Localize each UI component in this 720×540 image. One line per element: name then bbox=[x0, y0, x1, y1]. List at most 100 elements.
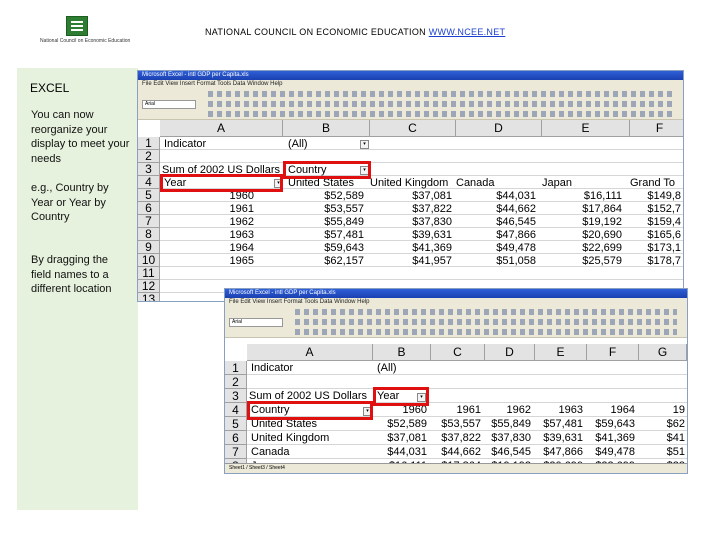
year-label: 1964 bbox=[229, 242, 254, 254]
column-header[interactable]: B bbox=[373, 344, 431, 361]
ncee-logo: National Council on Economic Education bbox=[40, 14, 130, 50]
dropdown-icon[interactable]: ▾ bbox=[360, 140, 369, 149]
highlight-row-field bbox=[160, 174, 283, 192]
data-cell[interactable]: $62,157 bbox=[296, 254, 364, 268]
row-header[interactable]: 7 bbox=[225, 445, 247, 459]
data-cell[interactable]: $37,081 bbox=[384, 189, 452, 203]
year-label: 1962 bbox=[229, 216, 254, 228]
data-cell[interactable]: $55,849 bbox=[296, 215, 364, 229]
data-cell[interactable]: $57,481 bbox=[296, 228, 364, 242]
column-header[interactable]: E bbox=[535, 344, 587, 361]
data-cell[interactable]: $159,4 bbox=[613, 215, 681, 229]
column-header[interactable]: D bbox=[485, 344, 535, 361]
row-header[interactable]: 13 bbox=[138, 293, 160, 301]
row-header[interactable]: 2 bbox=[225, 375, 247, 389]
data-cell[interactable]: $178,7 bbox=[613, 254, 681, 268]
data-cell[interactable]: $51,058 bbox=[468, 254, 536, 268]
menu-bar[interactable]: File Edit View Insert Format Tools Data … bbox=[138, 80, 683, 89]
data-cell[interactable]: $149,8 bbox=[613, 189, 681, 203]
data-cell[interactable]: $47,866 bbox=[533, 445, 583, 459]
menu-bar[interactable]: File Edit View Insert Format Tools Data … bbox=[225, 298, 687, 307]
data-cell[interactable]: $44,031 bbox=[377, 445, 427, 459]
header-org: NATIONAL COUNCIL ON ECONOMIC EDUCATION bbox=[205, 27, 426, 37]
column-header[interactable]: G bbox=[639, 344, 687, 361]
sheet-tabs[interactable]: Sheet1 / Sheet3 / Sheet4 bbox=[225, 463, 687, 473]
year-header: 1962 bbox=[506, 404, 531, 416]
data-cell[interactable]: $25,579 bbox=[554, 254, 622, 268]
data-cell[interactable]: $59,643 bbox=[585, 417, 635, 431]
data-cell[interactable]: $62 bbox=[635, 417, 685, 431]
data-cell[interactable]: $52,589 bbox=[377, 417, 427, 431]
data-cell[interactable]: $47,866 bbox=[468, 228, 536, 242]
data-cell[interactable]: $22,699 bbox=[554, 241, 622, 255]
page-field-indicator[interactable]: Indicator bbox=[164, 137, 206, 151]
row-header[interactable]: 4 bbox=[225, 403, 247, 417]
data-cell[interactable]: $37,081 bbox=[377, 431, 427, 445]
data-cell[interactable]: $59,643 bbox=[296, 241, 364, 255]
data-cell[interactable]: $37,822 bbox=[384, 202, 452, 216]
data-cell[interactable]: $152,7 bbox=[613, 202, 681, 216]
data-cell[interactable]: $37,822 bbox=[431, 431, 481, 445]
data-cell[interactable]: $46,545 bbox=[481, 445, 531, 459]
data-cell[interactable]: $44,031 bbox=[468, 189, 536, 203]
row-header[interactable]: 6 bbox=[225, 431, 247, 445]
country-label: United Kingdom bbox=[251, 432, 330, 444]
column-header[interactable]: F bbox=[587, 344, 639, 361]
row-header[interactable]: 3 bbox=[225, 389, 247, 403]
column-header[interactable]: A bbox=[160, 120, 283, 137]
data-cell[interactable]: $55,849 bbox=[481, 417, 531, 431]
data-cell[interactable]: $51 bbox=[635, 445, 685, 459]
row-header[interactable]: 1 bbox=[225, 361, 247, 375]
column-header[interactable]: F bbox=[630, 120, 683, 137]
highlight-column-field bbox=[373, 387, 429, 406]
data-cell[interactable]: $165,6 bbox=[613, 228, 681, 242]
gridline bbox=[160, 149, 683, 150]
font-name-box[interactable]: Arial bbox=[142, 100, 196, 109]
sidebar-text-3: By dragging the field names to a differe… bbox=[31, 254, 112, 295]
data-cell[interactable]: $20,690 bbox=[554, 228, 622, 242]
data-cell[interactable]: $39,631 bbox=[384, 228, 452, 242]
data-cell[interactable]: $57,481 bbox=[533, 417, 583, 431]
country-header: Grand To bbox=[630, 177, 676, 189]
data-cell[interactable]: $37,830 bbox=[481, 431, 531, 445]
column-header[interactable]: B bbox=[283, 120, 370, 137]
sidebar-title: EXCEL bbox=[30, 81, 70, 95]
gridline bbox=[160, 279, 683, 280]
data-cell[interactable]: $44,662 bbox=[468, 202, 536, 216]
data-cell[interactable]: $53,557 bbox=[431, 417, 481, 431]
column-header[interactable]: E bbox=[542, 120, 630, 137]
data-cell[interactable]: $46,545 bbox=[468, 215, 536, 229]
data-cell[interactable]: $41,957 bbox=[384, 254, 452, 268]
pivot-toolbar[interactable] bbox=[225, 327, 687, 338]
data-cell[interactable]: $17,864 bbox=[554, 202, 622, 216]
data-cell[interactable]: $16,111 bbox=[554, 189, 622, 203]
data-cell[interactable]: $41,369 bbox=[585, 431, 635, 445]
column-header[interactable]: C bbox=[370, 120, 456, 137]
data-cell[interactable]: $41,369 bbox=[384, 241, 452, 255]
excel-window-year-by-country: Microsoft Excel - intl GDP per Capita.xl… bbox=[137, 70, 684, 302]
data-cell[interactable]: $19,192 bbox=[554, 215, 622, 229]
page-field-value: (All) bbox=[377, 362, 397, 374]
data-cell[interactable]: $53,557 bbox=[296, 202, 364, 216]
data-cell[interactable]: $44,662 bbox=[431, 445, 481, 459]
highlight-row-field bbox=[247, 401, 373, 420]
column-header[interactable]: D bbox=[456, 120, 542, 137]
year-label: 1963 bbox=[229, 229, 254, 241]
data-cell[interactable]: $41 bbox=[635, 431, 685, 445]
data-cell[interactable]: $173,1 bbox=[613, 241, 681, 255]
data-cell[interactable]: $37,830 bbox=[384, 215, 452, 229]
pivot-toolbar[interactable] bbox=[138, 109, 683, 120]
ncee-logo-icon bbox=[66, 16, 88, 36]
header-url-link[interactable]: WWW.NCEE.NET bbox=[429, 27, 506, 37]
page-field-indicator[interactable]: Indicator bbox=[251, 361, 293, 375]
font-name-box[interactable]: Arial bbox=[229, 318, 283, 327]
data-cell[interactable]: $49,478 bbox=[468, 241, 536, 255]
data-cell[interactable]: $52,589 bbox=[296, 189, 364, 203]
data-cell[interactable]: $49,478 bbox=[585, 445, 635, 459]
row-header[interactable]: 5 bbox=[225, 417, 247, 431]
data-cell[interactable]: $39,631 bbox=[533, 431, 583, 445]
column-header[interactable]: A bbox=[247, 344, 373, 361]
window-titlebar: Microsoft Excel - intl GDP per Capita.xl… bbox=[225, 289, 687, 298]
country-header: Japan bbox=[542, 177, 572, 189]
column-header[interactable]: C bbox=[431, 344, 485, 361]
